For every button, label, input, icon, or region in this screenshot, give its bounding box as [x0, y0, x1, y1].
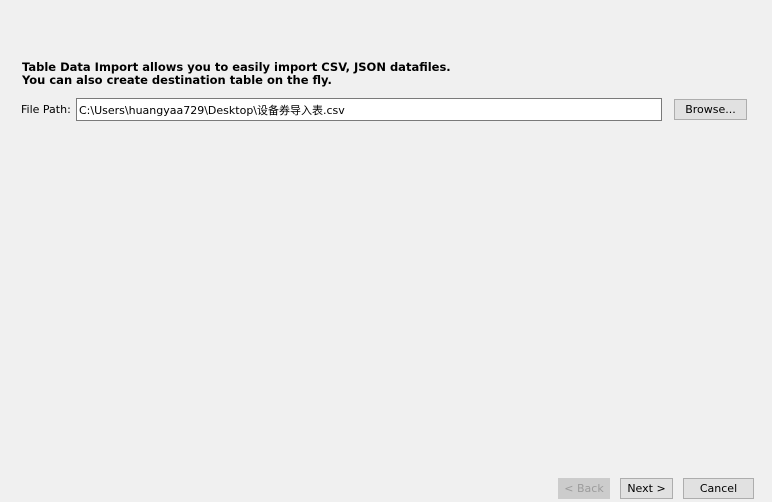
- table-data-import-wizard: Table Data Import allows you to easily i…: [0, 0, 772, 502]
- intro-line-2: You can also create destination table on…: [22, 73, 332, 87]
- cancel-button[interactable]: Cancel: [683, 478, 754, 499]
- next-button[interactable]: Next >: [620, 478, 673, 499]
- intro-text: Table Data Import allows you to easily i…: [22, 61, 451, 87]
- back-button[interactable]: < Back: [558, 478, 610, 499]
- file-path-label: File Path:: [21, 103, 71, 116]
- file-path-input[interactable]: [76, 98, 662, 121]
- browse-button[interactable]: Browse...: [674, 99, 747, 120]
